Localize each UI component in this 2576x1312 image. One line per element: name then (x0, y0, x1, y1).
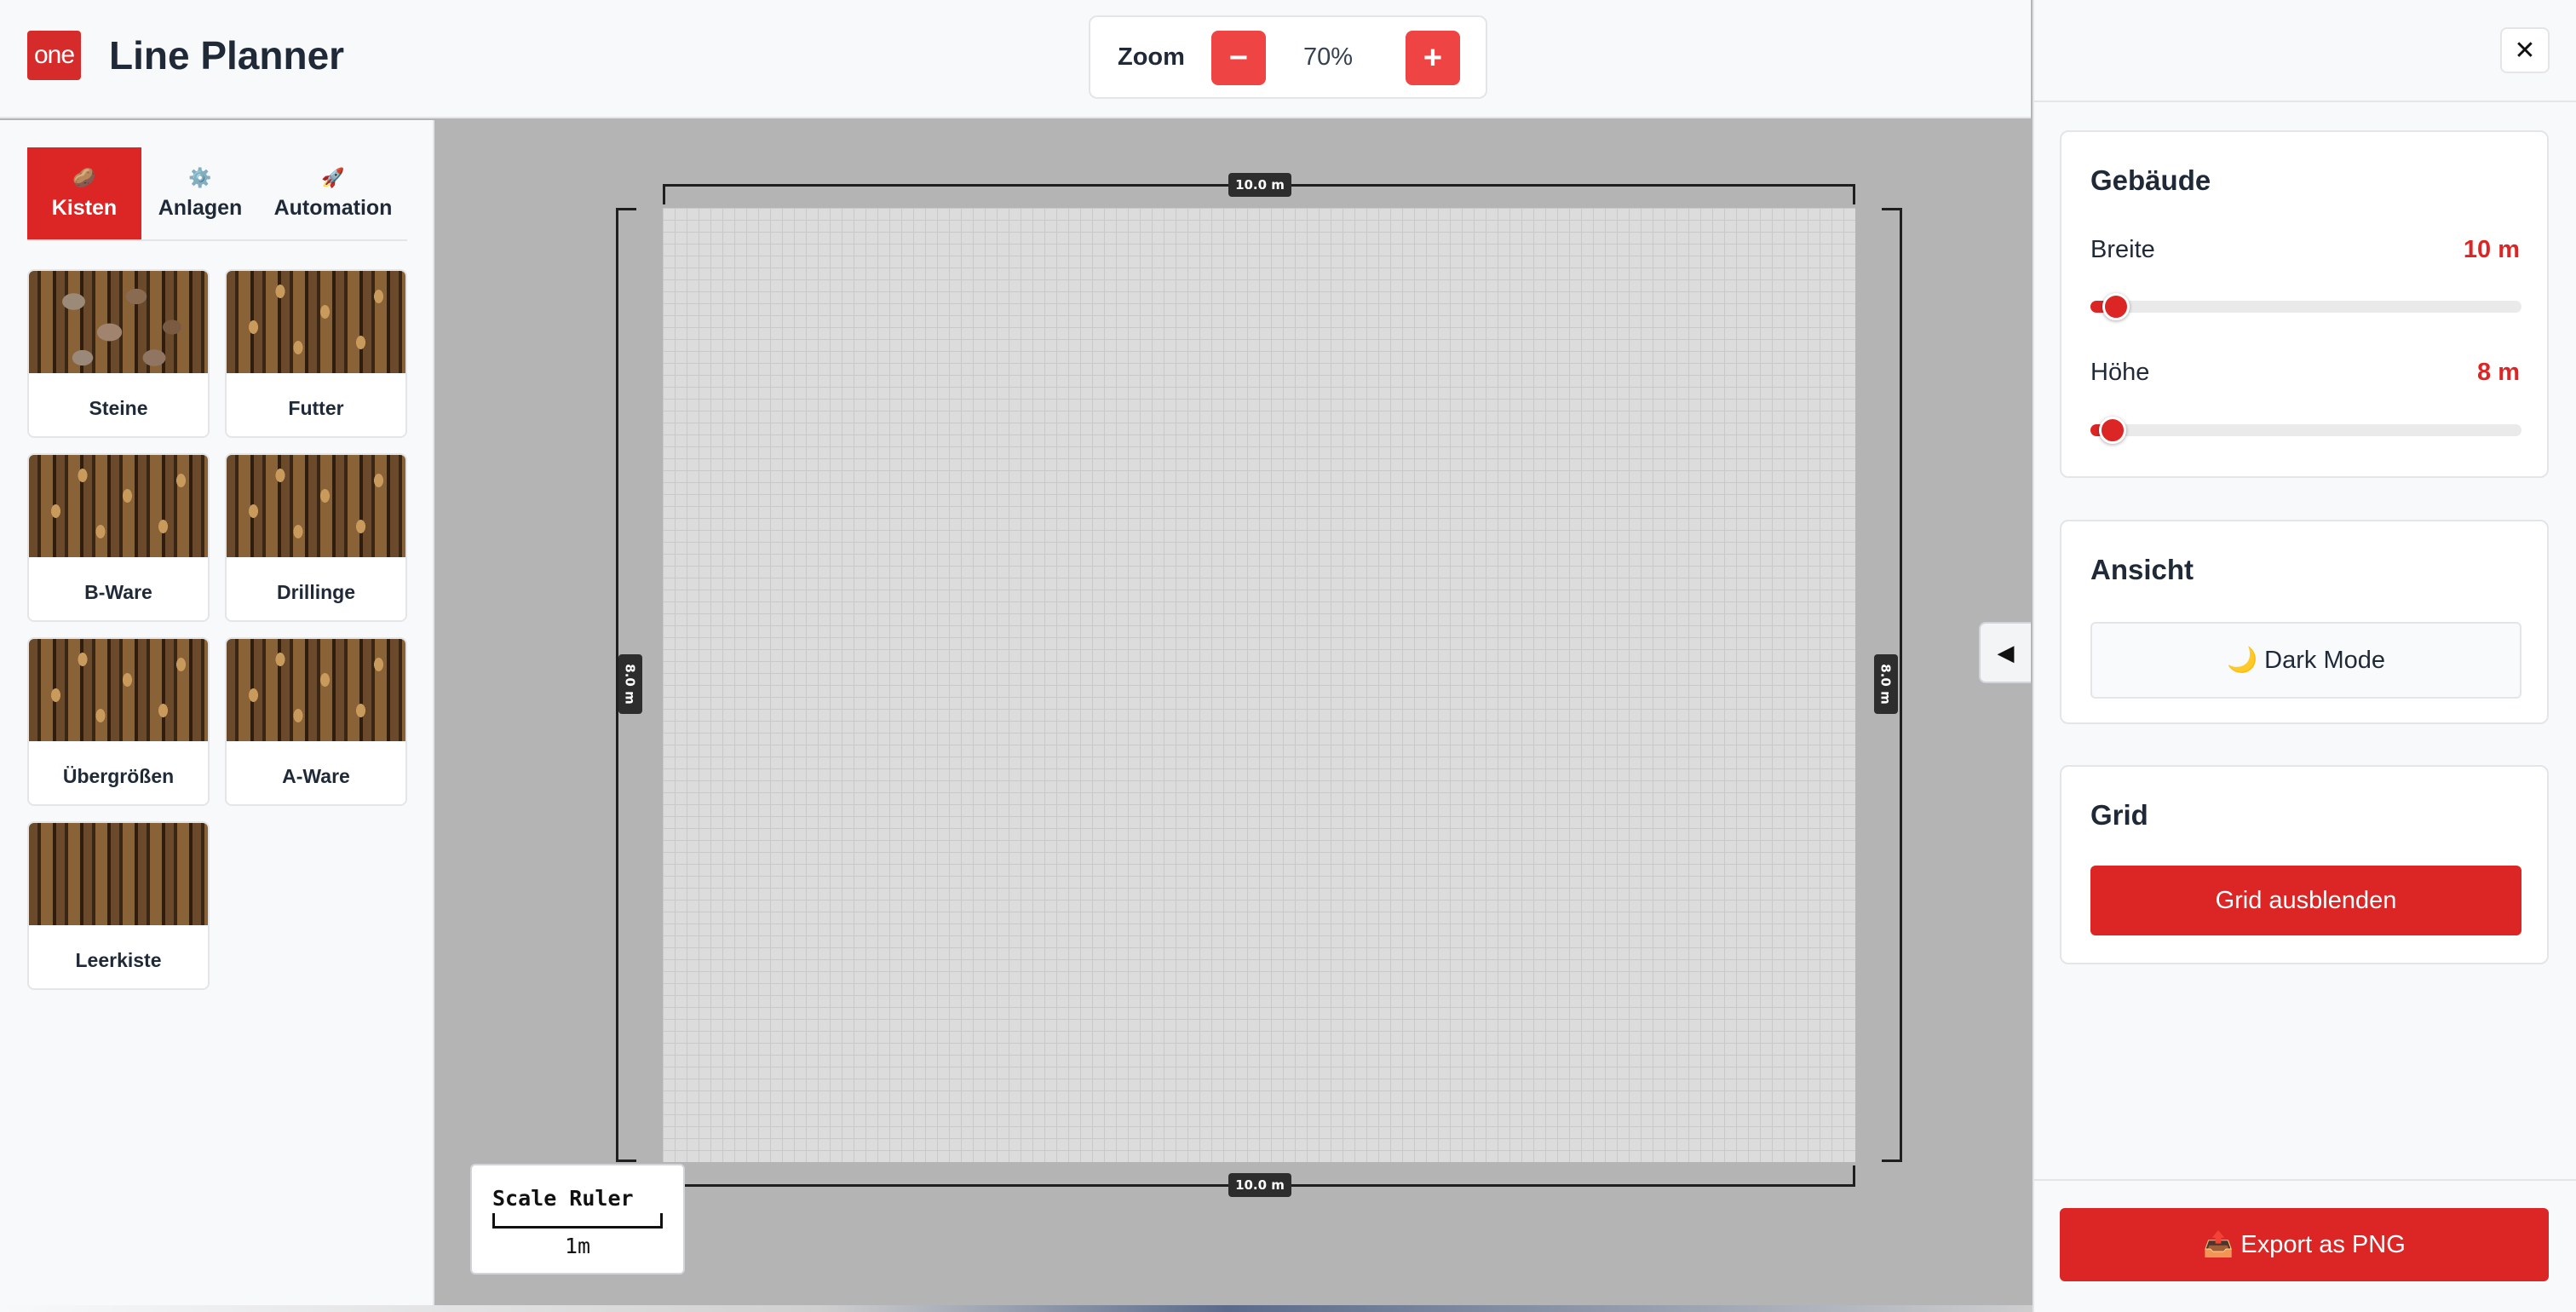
zoom-label: Zoom (1118, 43, 1185, 71)
toggle-grid-button[interactable]: Grid ausblenden (2090, 866, 2521, 935)
top-toolbar: one Line Planner Zoom − 70% + (0, 0, 2031, 118)
height-slider-thumb[interactable] (2099, 417, 2126, 444)
building-title: Gebäude (2090, 164, 2211, 196)
view-card: Ansicht 🌙 Dark Mode (2060, 520, 2549, 724)
crate-item-steine[interactable]: Steine (27, 269, 210, 438)
dimension-tick (1882, 208, 1902, 210)
scale-unit: 1m (564, 1234, 591, 1258)
grid-card: Grid Grid ausblenden (2060, 765, 2549, 964)
dark-mode-button[interactable]: 🌙 Dark Mode (2090, 622, 2521, 699)
dimension-label-right: 8.0 m (1874, 654, 1898, 714)
collapse-panel-button[interactable]: ◀ (1979, 622, 2031, 683)
gear-icon: ⚙️ (188, 166, 212, 188)
tab-automation[interactable]: 🚀 Automation (259, 147, 407, 239)
grid-title: Grid (2090, 799, 2148, 831)
height-value: 8 m (2477, 359, 2520, 386)
dimension-label-bottom: 10.0 m (1228, 1173, 1291, 1197)
crate-label: Futter (288, 397, 344, 419)
dimension-line-right (1900, 208, 1902, 1162)
zoom-out-button[interactable]: − (1211, 31, 1266, 85)
close-icon: ✕ (2514, 36, 2536, 65)
close-panel-button[interactable]: ✕ (2500, 27, 2550, 73)
rocket-icon: 🚀 (321, 166, 345, 188)
crate-empty-image (29, 823, 208, 925)
zoom-level: 70% (1303, 43, 1354, 71)
dimension-tick (1882, 1160, 1902, 1162)
dimension-label-left: 8.0 m (618, 654, 642, 714)
divider (2033, 1179, 2576, 1181)
scale-ruler: Scale Ruler 1m (470, 1164, 685, 1275)
crate-item-drillinge[interactable]: Drillinge (225, 453, 407, 622)
potato-icon: 🥔 (72, 166, 96, 188)
tab-kisten[interactable]: 🥔 Kisten (27, 147, 141, 239)
crate-label: A-Ware (282, 765, 350, 787)
view-title: Ansicht (2090, 554, 2194, 585)
crate-item-leerkiste[interactable]: Leerkiste (27, 821, 210, 990)
width-label: Breite (2090, 236, 2155, 263)
tab-label: Kisten (51, 195, 118, 220)
component-library: 🥔 Kisten ⚙️ Anlagen 🚀 Automation Steine … (0, 120, 434, 1312)
crate-potatoes-image (227, 455, 405, 557)
dimension-tick (616, 1160, 636, 1162)
app-title: Line Planner (109, 33, 345, 78)
crate-potatoes-image (227, 271, 405, 373)
dimension-tick (1853, 184, 1855, 204)
tab-label: Automation (273, 195, 393, 220)
crate-label: Leerkiste (75, 949, 162, 971)
zoom-control: Zoom − 70% + (1089, 15, 1487, 99)
width-slider[interactable] (2090, 293, 2521, 320)
crate-item-a-ware[interactable]: A-Ware (225, 637, 407, 806)
crate-item-b-ware[interactable]: B-Ware (27, 453, 210, 622)
dimension-tick (663, 184, 665, 204)
height-label: Höhe (2090, 359, 2150, 386)
crate-label: Steine (89, 397, 148, 419)
category-tabs: 🥔 Kisten ⚙️ Anlagen 🚀 Automation (27, 147, 407, 241)
dimension-tick (616, 208, 636, 210)
width-slider-thumb[interactable] (2102, 293, 2130, 320)
width-value: 10 m (2463, 236, 2520, 263)
dimension-tick (1853, 1165, 1855, 1186)
crate-potatoes-image (29, 639, 208, 741)
window-edge (0, 1305, 2044, 1312)
crate-potatoes-image (29, 455, 208, 557)
height-slider[interactable] (2090, 417, 2521, 444)
scale-bar (492, 1213, 663, 1229)
building-floor[interactable] (663, 208, 1855, 1162)
brand-logo: one (27, 31, 81, 80)
crate-stones-image (29, 271, 208, 373)
crate-item-uebergroessen[interactable]: Übergrößen (27, 637, 210, 806)
scale-ruler-title: Scale Ruler (492, 1186, 634, 1211)
tab-anlagen[interactable]: ⚙️ Anlagen (141, 147, 259, 239)
crate-label: Übergrößen (62, 765, 175, 787)
triangle-left-icon: ◀ (1997, 639, 2015, 665)
crate-label: B-Ware (84, 581, 152, 603)
crate-label: Drillinge (276, 581, 355, 603)
tab-label: Anlagen (158, 195, 243, 220)
export-png-button[interactable]: 📤 Export as PNG (2060, 1208, 2549, 1281)
crate-potatoes-image (227, 639, 405, 741)
zoom-in-button[interactable]: + (1406, 31, 1460, 85)
dimension-label-top: 10.0 m (1228, 173, 1291, 197)
building-card: Gebäude Breite 10 m Höhe 8 m (2060, 130, 2549, 478)
crate-item-futter[interactable]: Futter (225, 269, 407, 438)
divider (2033, 101, 2576, 102)
